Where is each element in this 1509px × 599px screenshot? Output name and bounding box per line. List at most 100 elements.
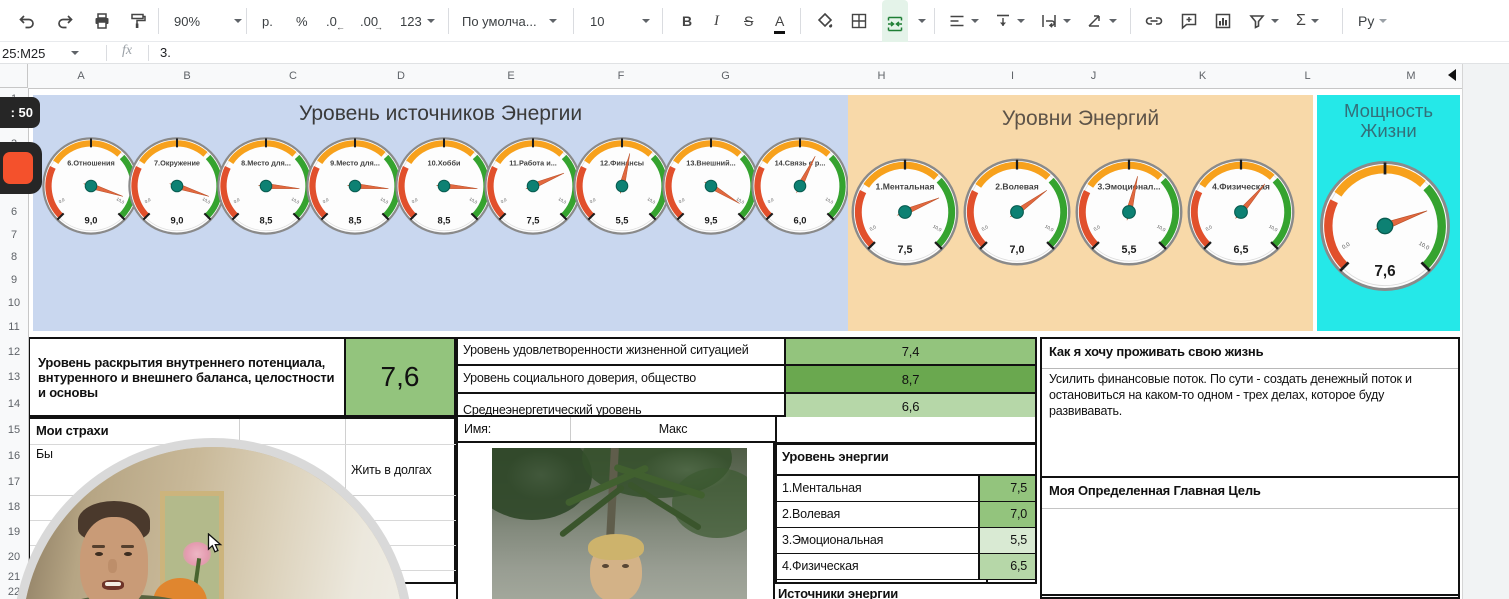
column-header-F[interactable]: F bbox=[566, 64, 677, 89]
energy-level-value[interactable]: 5,5 bbox=[978, 528, 1035, 553]
column-header-C[interactable]: C bbox=[240, 64, 347, 89]
column-header-J[interactable]: J bbox=[1037, 64, 1151, 89]
gauge[interactable]: 0,010,02.Волевая7,0 bbox=[961, 156, 1073, 268]
metric-value[interactable]: 8,7 bbox=[784, 366, 1035, 392]
energy-level-value[interactable]: 7,5 bbox=[978, 476, 1035, 501]
gauge[interactable]: 0,010,07.Окружение9,0 bbox=[126, 135, 228, 237]
apps-script-button[interactable]: Ру bbox=[1358, 0, 1387, 42]
insert-chart-icon[interactable] bbox=[1214, 0, 1232, 42]
gauge[interactable]: 0,010,014.Связь с р...6,0 bbox=[749, 135, 851, 237]
increase-decimal-button[interactable]: .00→ bbox=[360, 0, 378, 42]
more-formats-button[interactable]: 123 bbox=[400, 0, 435, 42]
decrease-decimal-button[interactable]: .0← bbox=[326, 0, 337, 42]
text-color-button[interactable]: A bbox=[774, 11, 785, 34]
row-header-6[interactable]: 6 bbox=[0, 201, 29, 225]
redo-icon[interactable] bbox=[56, 0, 74, 42]
energy-level-label[interactable]: 1.Ментальная bbox=[777, 476, 978, 501]
select-all-corner[interactable] bbox=[0, 64, 28, 88]
italic-button[interactable]: I bbox=[714, 0, 719, 42]
metric-label[interactable]: Уровень удовлетворенности жизненной ситу… bbox=[458, 339, 784, 364]
fears-title[interactable]: Мои страхи bbox=[36, 423, 108, 438]
energy-level-label[interactable]: 3.Эмоциональная bbox=[777, 528, 978, 553]
column-header-L[interactable]: L bbox=[1255, 64, 1361, 89]
gauge[interactable]: 0,010,010.Хобби8,5 bbox=[393, 135, 495, 237]
format-currency-button[interactable]: р. bbox=[262, 0, 273, 42]
energy-level-value[interactable]: 6,5 bbox=[978, 554, 1035, 579]
gauge[interactable]: 0,010,04.Физическая6,5 bbox=[1185, 156, 1297, 268]
horizontal-align-icon[interactable] bbox=[948, 0, 979, 42]
chart-energy-sources[interactable]: Уровень источников Энергии 0,010,06.Отно… bbox=[33, 95, 848, 331]
filter-icon[interactable] bbox=[1248, 0, 1279, 42]
energy-level-label[interactable]: 2.Волевая bbox=[777, 502, 978, 527]
column-header-A[interactable]: A bbox=[28, 64, 135, 89]
gauge-hub-icon bbox=[1123, 206, 1136, 219]
column-header-H[interactable]: H bbox=[775, 64, 989, 89]
gauge[interactable]: 0,010,03.Эмоционал...5,5 bbox=[1073, 156, 1185, 268]
metric-value[interactable]: 7,4 bbox=[784, 339, 1035, 364]
print-icon[interactable] bbox=[93, 0, 111, 42]
name-value-cell[interactable]: Макс bbox=[570, 417, 775, 441]
column-header-I[interactable]: I bbox=[988, 64, 1038, 89]
row-header-7[interactable]: 7 bbox=[0, 224, 29, 248]
row-header-13[interactable]: 13 bbox=[0, 364, 29, 391]
energy-levels-title[interactable]: Уровень энергии bbox=[777, 445, 1035, 476]
vertical-align-icon[interactable] bbox=[994, 0, 1025, 42]
empty-cell[interactable] bbox=[775, 417, 1037, 443]
font-family-select[interactable]: По умолча... bbox=[462, 0, 557, 42]
row-header-10[interactable]: 10 bbox=[0, 291, 29, 315]
insert-comment-icon[interactable] bbox=[1180, 0, 1198, 42]
undo-icon[interactable] bbox=[18, 0, 36, 42]
sources-title[interactable]: Источники энергии bbox=[775, 584, 1037, 599]
energy-level-label[interactable]: 4.Физическая bbox=[777, 554, 978, 579]
column-header-G[interactable]: G bbox=[676, 64, 776, 89]
recorder-widget bbox=[0, 142, 42, 194]
row-header-15[interactable]: 15 bbox=[0, 417, 29, 444]
chart-life-power[interactable]: Мощность Жизни 0,010,07,6 bbox=[1317, 95, 1460, 331]
column-header-D[interactable]: D bbox=[346, 64, 457, 89]
potential-cell[interactable]: Уровень раскрытия внутреннего потенциала… bbox=[30, 339, 344, 415]
name-label-cell[interactable]: Имя: bbox=[458, 417, 570, 441]
gauge[interactable]: 0,010,09.Место для...8,5 bbox=[304, 135, 406, 237]
formula-input[interactable]: 3. bbox=[160, 45, 171, 60]
chart-energy-levels[interactable]: Уровни Энергий 0,010,01.Ментальная7,50,0… bbox=[848, 95, 1313, 331]
gauge[interactable]: 0,010,07,6 bbox=[1317, 158, 1453, 294]
paint-format-icon[interactable] bbox=[129, 0, 147, 42]
row-header-9[interactable]: 9 bbox=[0, 269, 29, 293]
column-header-B[interactable]: B bbox=[134, 64, 241, 89]
life-body[interactable]: Усилить финансовые поток. По сути - созд… bbox=[1042, 369, 1458, 423]
text-wrap-icon[interactable] bbox=[1040, 0, 1071, 42]
insert-link-icon[interactable] bbox=[1144, 0, 1164, 42]
row-header-14[interactable]: 14 bbox=[0, 390, 29, 418]
row-header-8[interactable]: 8 bbox=[0, 246, 29, 270]
gauge[interactable]: 0,010,01.Ментальная7,5 bbox=[849, 156, 961, 268]
metric-label[interactable]: Уровень социального доверия, общество bbox=[458, 366, 784, 392]
metric-label[interactable]: Среднеэнергетический уровень bbox=[458, 394, 784, 418]
fill-color-icon[interactable] bbox=[816, 0, 834, 42]
merge-cells-button[interactable] bbox=[882, 0, 908, 48]
font-size-select[interactable]: 10 bbox=[590, 0, 650, 42]
zoom-select[interactable]: 90% bbox=[174, 0, 242, 42]
goal-title[interactable]: Моя Определенная Главная Цель bbox=[1042, 478, 1458, 509]
merge-cells-arrow[interactable] bbox=[918, 0, 926, 42]
format-percent-button[interactable]: % bbox=[296, 0, 308, 42]
text-rotation-icon[interactable] bbox=[1086, 0, 1117, 42]
gauge-hub-icon bbox=[85, 180, 97, 192]
strikethrough-button[interactable]: S bbox=[744, 0, 753, 42]
stop-recording-button[interactable] bbox=[3, 152, 33, 184]
row-header-11[interactable]: 11 bbox=[0, 314, 29, 340]
gauge[interactable]: 0,010,011.Работа и...7,5 bbox=[482, 135, 584, 237]
column-header-K[interactable]: K bbox=[1150, 64, 1256, 89]
row-header-12[interactable]: 12 bbox=[0, 339, 29, 365]
name-box[interactable]: 25:M25 bbox=[0, 42, 79, 64]
borders-icon[interactable] bbox=[850, 0, 868, 42]
metric-value[interactable]: 6,6 bbox=[784, 394, 1035, 418]
column-header-E[interactable]: E bbox=[456, 64, 567, 89]
functions-button[interactable]: Σ bbox=[1296, 0, 1319, 42]
gauge[interactable]: 0,010,012.Финансы5,5 bbox=[571, 135, 673, 237]
gauge[interactable]: 0,010,08.Место для...8,5 bbox=[215, 135, 317, 237]
potential-value-cell[interactable]: 7,6 bbox=[344, 339, 454, 415]
energy-level-value[interactable]: 7,0 bbox=[978, 502, 1035, 527]
gauge[interactable]: 0,010,013.Внешний...9,5 bbox=[660, 135, 762, 237]
life-title[interactable]: Как я хочу проживать свою жизнь bbox=[1042, 339, 1458, 369]
bold-button[interactable]: B bbox=[682, 0, 692, 42]
